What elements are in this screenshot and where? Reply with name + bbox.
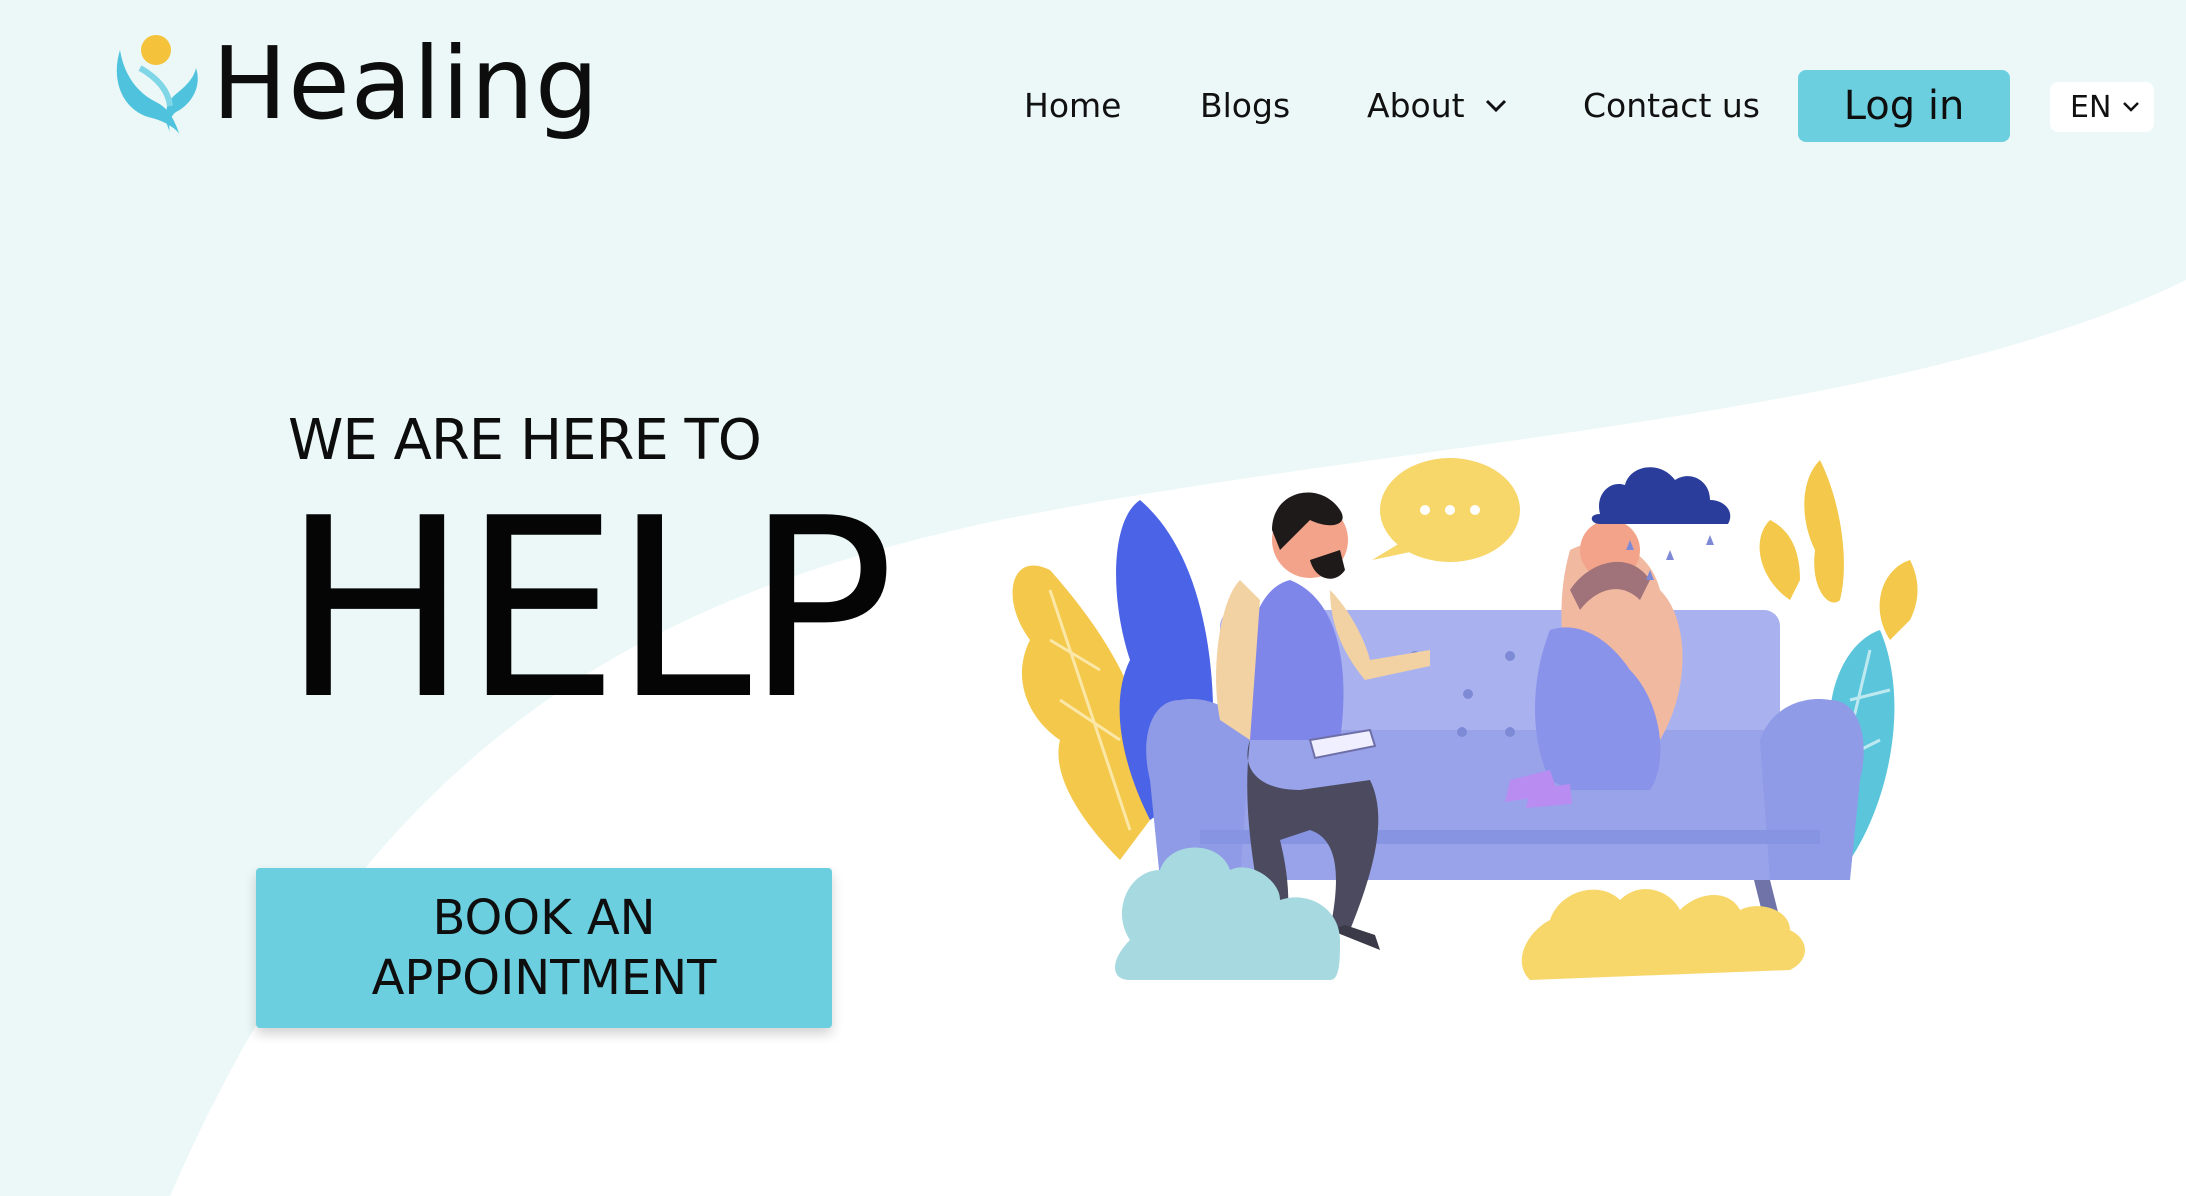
nav-contact-us[interactable]: Contact us xyxy=(1583,70,1760,142)
login-button[interactable]: Log in xyxy=(1798,70,2010,142)
speech-bubble-icon xyxy=(1372,458,1520,562)
nav-about[interactable]: About xyxy=(1367,70,1507,142)
nav-about-label: About xyxy=(1367,86,1465,125)
brand-name: Healing xyxy=(212,25,600,142)
chevron-down-icon xyxy=(2123,102,2139,112)
nav-home[interactable]: Home xyxy=(1024,70,1121,142)
brand-logo[interactable]: Healing xyxy=(110,28,599,140)
hero-subtitle: WE ARE HERE TO xyxy=(288,408,762,473)
healing-logo-icon xyxy=(116,35,198,136)
language-select[interactable]: EN xyxy=(2050,82,2154,132)
language-value: EN xyxy=(2070,89,2112,125)
hero-title: HELP xyxy=(282,466,895,754)
chevron-down-icon xyxy=(1485,99,1506,113)
nav-blogs[interactable]: Blogs xyxy=(1200,70,1290,142)
book-appointment-button[interactable]: BOOK AN APPOINTMENT xyxy=(256,868,832,1028)
therapy-session-illustration xyxy=(1012,458,1918,980)
sofa-arm-right xyxy=(1760,699,1864,880)
